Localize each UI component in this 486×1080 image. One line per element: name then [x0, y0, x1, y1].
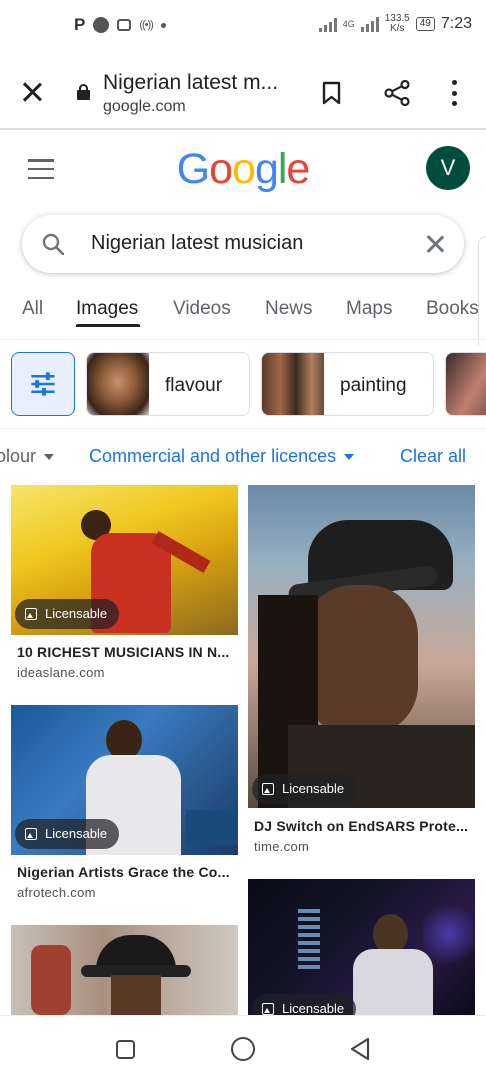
search-input[interactable]: Nigerian latest musician [91, 232, 303, 255]
licensable-badge: Licensable [252, 994, 357, 1015]
chip-next[interactable] [445, 352, 486, 416]
search-tabs: All Images Videos News Maps Books [0, 282, 486, 340]
licensable-badge: Licensable [15, 599, 120, 629]
logo-letter: g [254, 145, 279, 193]
badge-label: Licensable [45, 606, 108, 621]
image-result[interactable]: Licensable DJ Switch on EndSARS Prote...… [248, 485, 475, 855]
tab-videos[interactable]: Videos [173, 298, 231, 320]
close-icon[interactable] [18, 78, 46, 106]
result-thumbnail[interactable]: Licensable [11, 485, 238, 635]
result-source: time.com [254, 839, 310, 854]
suggestion-chips: flavour painting [0, 352, 486, 418]
badge-label: Licensable [45, 826, 108, 841]
chrome-icon [93, 17, 110, 33]
chip-next-image [446, 353, 486, 415]
image-icon [262, 783, 274, 795]
search-icon[interactable] [42, 233, 64, 255]
chevron-down-icon [44, 454, 55, 461]
licensable-badge: Licensable [252, 774, 357, 804]
result-thumbnail[interactable]: Licensable [11, 705, 238, 855]
badge-label: Licensable [282, 1001, 345, 1015]
signal-icon [318, 16, 337, 32]
logo-letter: G [176, 145, 210, 193]
network-speed: 133.5 K/s [385, 14, 410, 34]
google-logo[interactable]: Google [0, 145, 486, 194]
notification-letter: P [74, 15, 86, 34]
logo-letter: o [232, 145, 256, 193]
colour-filter[interactable]: olour [0, 446, 55, 467]
chip-painting-image [262, 353, 324, 415]
tab-books[interactable]: Books [426, 298, 479, 320]
chip-painting[interactable]: painting [261, 352, 434, 416]
avatar[interactable]: V [426, 146, 470, 190]
page-url: google.com [103, 98, 186, 115]
status-bar: P ((•)) 4G 133.5 K/s 49 7:23 [0, 0, 486, 54]
licence-filter-label: Commercial and other licences [89, 446, 337, 466]
bookmark-icon[interactable] [322, 81, 341, 105]
colour-filter-label: olour [0, 446, 37, 466]
active-tab-indicator [76, 324, 140, 327]
signal-2-icon [360, 16, 379, 32]
more-notifications-icon [160, 22, 166, 28]
message-icon [117, 19, 132, 31]
logo-letter: e [286, 145, 310, 193]
more-options-icon[interactable] [450, 80, 458, 106]
filter-button[interactable] [11, 352, 75, 416]
browser-toolbar: Nigerian latest m... google.com [0, 54, 486, 130]
result-source: afrotech.com [17, 885, 96, 900]
tab-all[interactable]: All [22, 298, 43, 320]
chip-flavour[interactable]: flavour [86, 352, 250, 416]
clock: 7:23 [440, 15, 472, 32]
licensable-badge: Licensable [15, 819, 120, 849]
chip-label: flavour [165, 375, 223, 396]
chip-label: painting [340, 375, 407, 396]
search-box[interactable]: Nigerian latest musician [22, 215, 464, 273]
share-icon[interactable] [384, 80, 410, 106]
filter-row: olour Commercial and other licences Clea… [0, 440, 486, 474]
result-thumbnail[interactable] [11, 925, 238, 1015]
status-notifications: P ((•)) [74, 15, 166, 35]
tab-maps[interactable]: Maps [346, 298, 392, 320]
page-title: Nigerian latest m... [103, 71, 279, 94]
image-icon [262, 1003, 274, 1015]
divider [0, 428, 486, 429]
result-thumbnail[interactable]: Licensable [248, 485, 475, 808]
tab-images[interactable]: Images [76, 298, 138, 320]
badge-label: Licensable [282, 781, 345, 796]
result-title[interactable]: 10 RICHEST MUSICIANS IN N... [17, 644, 230, 660]
result-title[interactable]: Nigerian Artists Grace the Co... [17, 864, 230, 880]
image-icon [25, 828, 37, 840]
speed-unit: K/s [389, 23, 405, 34]
logo-letter: o [209, 145, 233, 193]
status-indicators: 4G 133.5 K/s 49 7:23 [318, 14, 472, 34]
lock-icon [77, 84, 90, 100]
system-nav-bar [0, 1015, 486, 1080]
result-title[interactable]: DJ Switch on EndSARS Prote... [254, 818, 468, 834]
tune-icon [31, 372, 55, 396]
image-result[interactable] [11, 925, 238, 1015]
image-icon [25, 608, 37, 620]
tab-news[interactable]: News [265, 298, 313, 320]
network-type: 4G [342, 19, 355, 29]
home-button[interactable] [231, 1037, 255, 1061]
result-thumbnail[interactable]: Licensable [248, 879, 475, 1015]
vibrate-icon: ((•)) [139, 19, 153, 31]
result-source: ideaslane.com [17, 665, 105, 680]
image-result[interactable]: Licensable Nigerian Artists Grace the Co… [11, 705, 238, 905]
chevron-down-icon [344, 454, 355, 461]
clear-all-button[interactable]: Clear all [400, 446, 466, 467]
back-button[interactable] [349, 1037, 371, 1061]
image-result[interactable]: Licensable 10 RICHEST MUSICIANS IN N... … [11, 485, 238, 685]
image-result[interactable]: Licensable [248, 879, 475, 1015]
battery-icon: 49 [415, 17, 435, 31]
chip-flavour-image [87, 353, 149, 415]
clear-icon[interactable] [424, 233, 446, 255]
licence-filter[interactable]: Commercial and other licences [89, 446, 355, 467]
recents-button[interactable] [116, 1040, 135, 1059]
